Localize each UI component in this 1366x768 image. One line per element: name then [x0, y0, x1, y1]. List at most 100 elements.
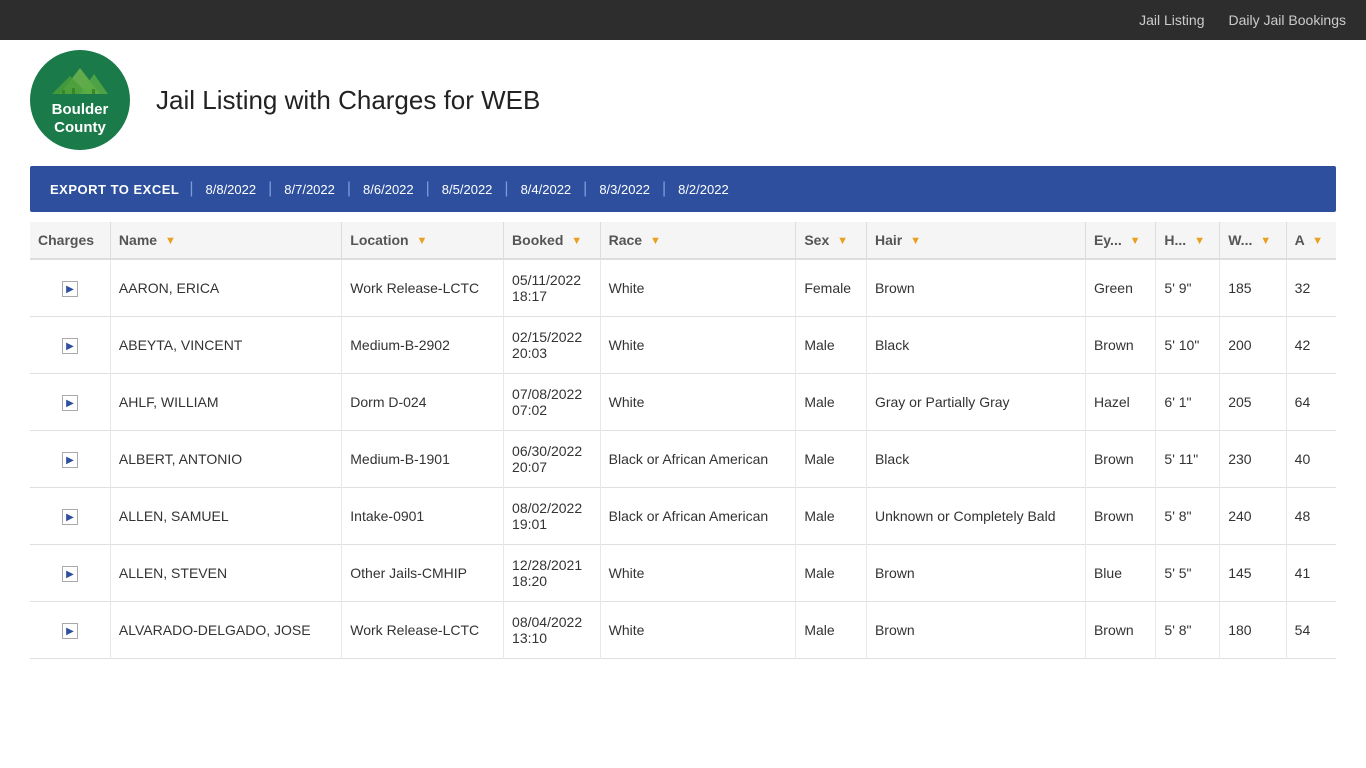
age-cell: 64 — [1286, 374, 1336, 431]
separator-2: | — [268, 180, 272, 198]
separator-7: | — [662, 180, 666, 198]
name-cell: ALLEN, STEVEN — [110, 545, 341, 602]
weight-cell: 240 — [1220, 488, 1286, 545]
date-link-5[interactable]: 8/3/2022 — [599, 182, 650, 197]
col-hair: Hair ▼ — [866, 222, 1085, 259]
height-cell: 5' 9" — [1156, 259, 1220, 317]
location-filter-icon[interactable]: ▼ — [417, 235, 428, 247]
table-row: ▶ALLEN, SAMUELIntake-090108/02/202219:01… — [30, 488, 1336, 545]
eyes-filter-icon[interactable]: ▼ — [1130, 235, 1141, 247]
location-cell: Dorm D-024 — [342, 374, 504, 431]
age-cell: 40 — [1286, 431, 1336, 488]
expand-charges-button[interactable]: ▶ — [62, 509, 78, 525]
top-navigation: Jail Listing Daily Jail Bookings — [0, 0, 1366, 40]
name-cell: AARON, ERICA — [110, 259, 341, 317]
race-cell: White — [600, 317, 796, 374]
name-filter-icon[interactable]: ▼ — [165, 235, 176, 247]
expand-charges-button[interactable]: ▶ — [62, 338, 78, 354]
separator-1: | — [189, 180, 193, 198]
eyes-cell: Brown — [1085, 317, 1155, 374]
date-link-0[interactable]: 8/8/2022 — [206, 182, 257, 197]
table-row: ▶ AARON, ERICAWork Release-LCTC05/11/2022… — [30, 259, 1336, 317]
charges-cell: ▶ — [30, 317, 110, 374]
inmates-table: Charges Name ▼ Location ▼ Booked ▼ Race … — [30, 222, 1336, 659]
inmates-table-wrapper: Charges Name ▼ Location ▼ Booked ▼ Race … — [30, 222, 1336, 659]
col-charges: Charges — [30, 222, 110, 259]
height-cell: 5' 8" — [1156, 602, 1220, 659]
page-header: BoulderCounty Jail Listing with Charges … — [0, 40, 1366, 150]
sex-cell: Male — [796, 317, 867, 374]
height-cell: 5' 5" — [1156, 545, 1220, 602]
expand-charges-button[interactable]: ▶ — [62, 281, 78, 297]
race-cell: Black or African American — [600, 488, 796, 545]
charges-cell: ▶ — [30, 488, 110, 545]
eyes-cell: Blue — [1085, 545, 1155, 602]
booked-filter-icon[interactable]: ▼ — [571, 235, 582, 247]
name-cell: ABEYTA, VINCENT — [110, 317, 341, 374]
height-cell: 5' 11" — [1156, 431, 1220, 488]
hair-cell: Brown — [866, 259, 1085, 317]
location-cell: Other Jails-CMHIP — [342, 545, 504, 602]
eyes-cell: Green — [1085, 259, 1155, 317]
hair-cell: Black — [866, 431, 1085, 488]
name-cell: AHLF, WILLIAM — [110, 374, 341, 431]
expand-charges-button[interactable]: ▶ — [62, 566, 78, 582]
date-link-3[interactable]: 8/5/2022 — [442, 182, 493, 197]
expand-charges-button[interactable]: ▶ — [62, 452, 78, 468]
export-bar: EXPORT TO EXCEL | 8/8/2022 | 8/7/2022 | … — [30, 166, 1336, 212]
date-link-4[interactable]: 8/4/2022 — [521, 182, 572, 197]
expand-charges-button[interactable]: ▶ — [62, 395, 78, 411]
table-header-row: Charges Name ▼ Location ▼ Booked ▼ Race … — [30, 222, 1336, 259]
race-cell: White — [600, 374, 796, 431]
charges-cell: ▶ — [30, 545, 110, 602]
logo-text: BoulderCounty — [52, 101, 109, 137]
weight-cell: 180 — [1220, 602, 1286, 659]
weight-cell: 200 — [1220, 317, 1286, 374]
hair-cell: Black — [866, 317, 1085, 374]
height-cell: 5' 10" — [1156, 317, 1220, 374]
race-filter-icon[interactable]: ▼ — [650, 235, 661, 247]
weight-filter-icon[interactable]: ▼ — [1260, 235, 1271, 247]
charges-cell: ▶ — [30, 602, 110, 659]
race-cell: White — [600, 259, 796, 317]
date-link-2[interactable]: 8/6/2022 — [363, 182, 414, 197]
eyes-cell: Brown — [1085, 488, 1155, 545]
date-link-6[interactable]: 8/2/2022 — [678, 182, 729, 197]
separator-3: | — [347, 180, 351, 198]
hair-cell: Unknown or Completely Bald — [866, 488, 1085, 545]
nav-jail-listing[interactable]: Jail Listing — [1139, 12, 1204, 28]
location-cell: Work Release-LCTC — [342, 259, 504, 317]
charges-cell: ▶ — [30, 431, 110, 488]
expand-charges-button[interactable]: ▶ — [62, 623, 78, 639]
col-race: Race ▼ — [600, 222, 796, 259]
hair-filter-icon[interactable]: ▼ — [910, 235, 921, 247]
col-eyes: Ey... ▼ — [1085, 222, 1155, 259]
name-cell: ALVARADO-DELGADO, JOSE — [110, 602, 341, 659]
col-name: Name ▼ — [110, 222, 341, 259]
hair-cell: Gray or Partially Gray — [866, 374, 1085, 431]
col-height: H... ▼ — [1156, 222, 1220, 259]
age-filter-icon[interactable]: ▼ — [1312, 235, 1323, 247]
export-to-excel-button[interactable]: EXPORT TO EXCEL — [50, 182, 179, 197]
name-cell: ALLEN, SAMUEL — [110, 488, 341, 545]
race-cell: White — [600, 602, 796, 659]
eyes-cell: Brown — [1085, 602, 1155, 659]
sex-filter-icon[interactable]: ▼ — [837, 235, 848, 247]
weight-cell: 230 — [1220, 431, 1286, 488]
height-filter-icon[interactable]: ▼ — [1194, 235, 1205, 247]
age-cell: 32 — [1286, 259, 1336, 317]
hair-cell: Brown — [866, 602, 1085, 659]
weight-cell: 205 — [1220, 374, 1286, 431]
weight-cell: 185 — [1220, 259, 1286, 317]
location-cell: Work Release-LCTC — [342, 602, 504, 659]
col-booked: Booked ▼ — [504, 222, 601, 259]
separator-5: | — [504, 180, 508, 198]
sex-cell: Male — [796, 545, 867, 602]
booked-cell: 05/11/202218:17 — [504, 259, 601, 317]
nav-daily-bookings[interactable]: Daily Jail Bookings — [1229, 12, 1347, 28]
date-link-1[interactable]: 8/7/2022 — [284, 182, 335, 197]
col-age: A ▼ — [1286, 222, 1336, 259]
sex-cell: Female — [796, 259, 867, 317]
col-location: Location ▼ — [342, 222, 504, 259]
booked-cell: 07/08/202207:02 — [504, 374, 601, 431]
